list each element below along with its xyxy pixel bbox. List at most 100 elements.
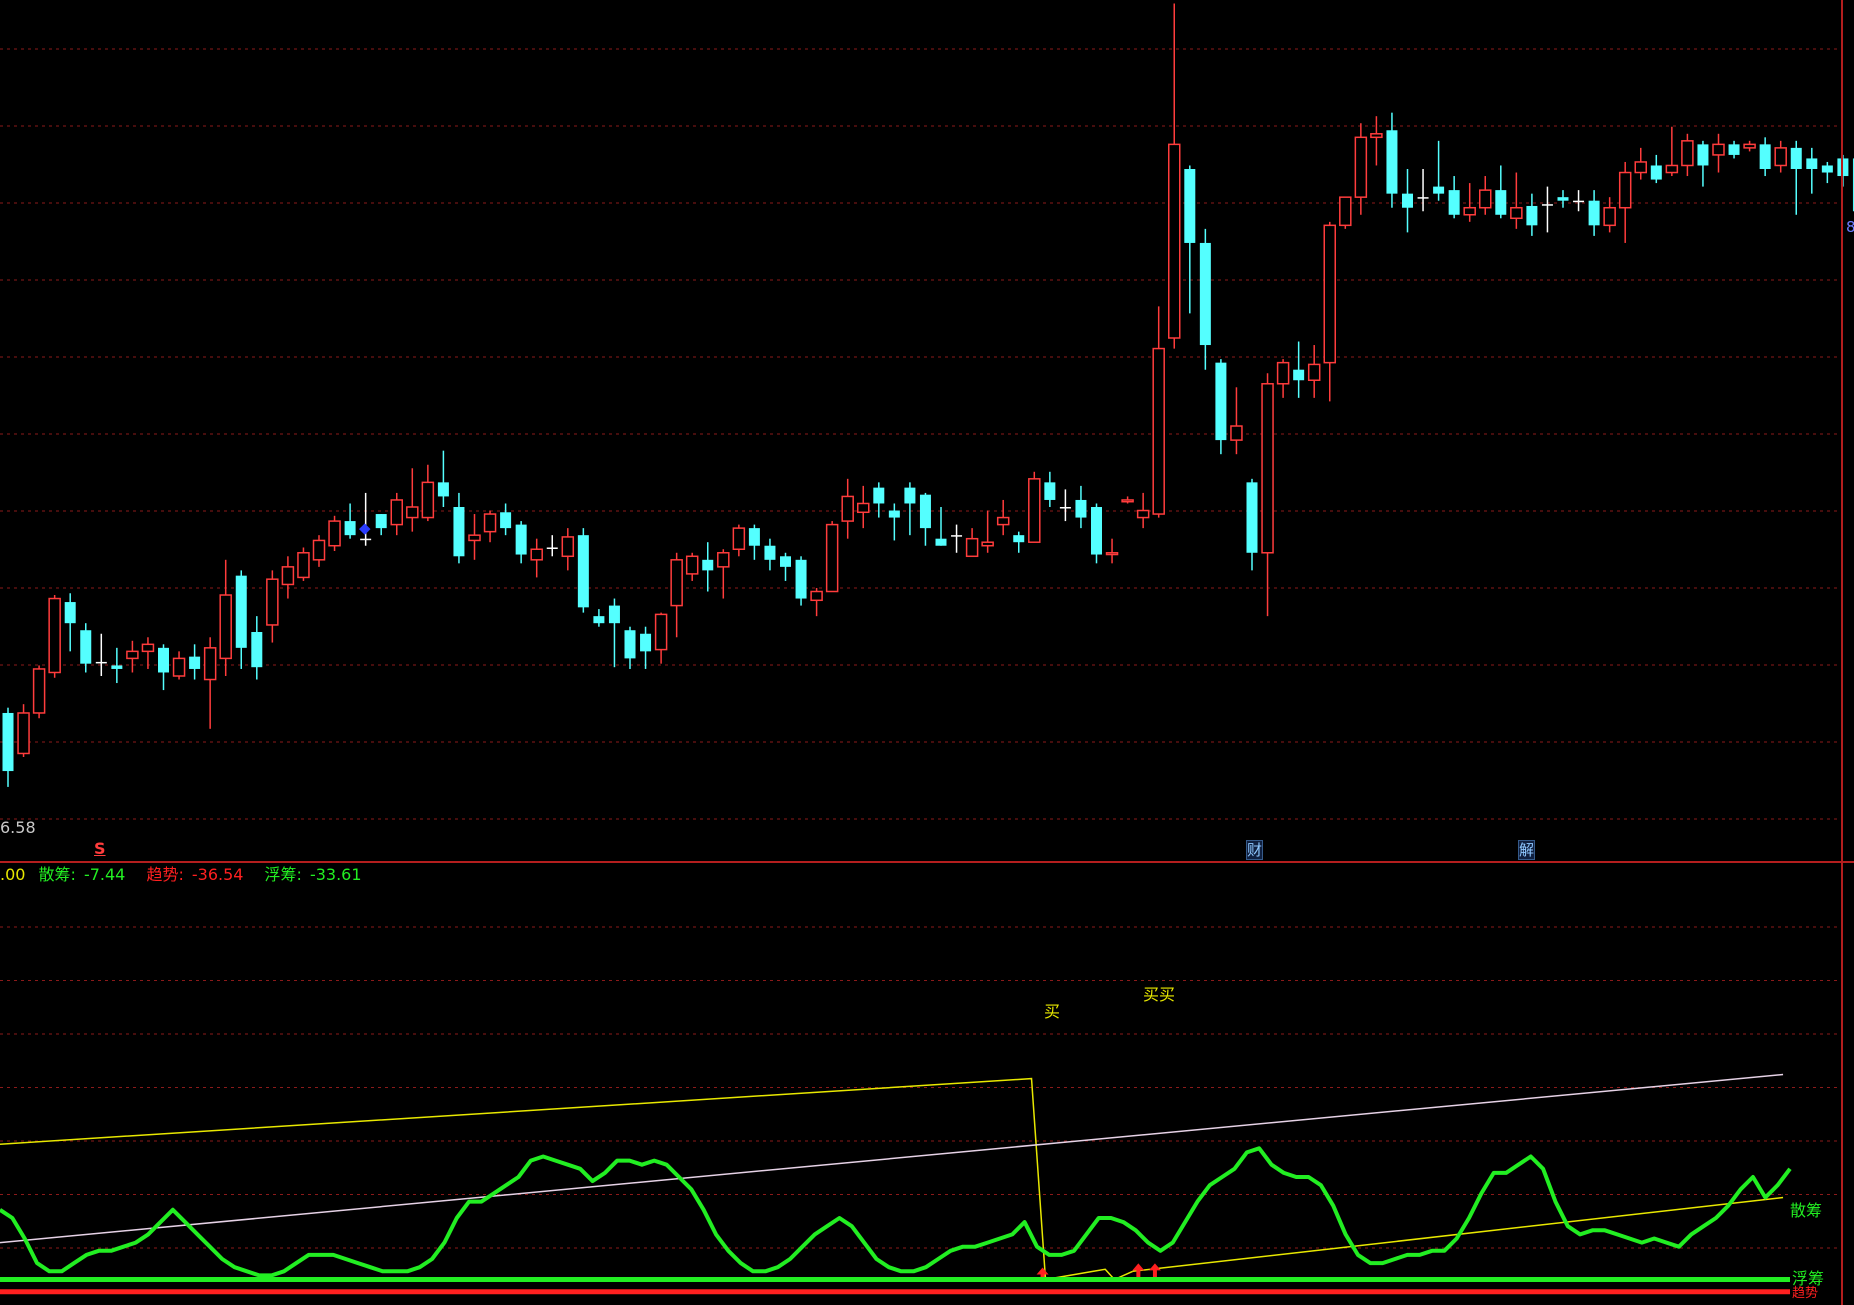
series-sanchou (0, 1146, 1792, 1278)
candle-body (64, 602, 76, 624)
jie-marker[interactable]: 解 (1518, 840, 1536, 860)
candle-body (1821, 165, 1833, 173)
candle-body (158, 647, 169, 673)
candle-body (873, 487, 885, 504)
candle-body (1339, 196, 1352, 227)
candle-body (530, 548, 543, 561)
candle-body (965, 537, 979, 558)
candle-body (266, 578, 279, 626)
candle-body (1261, 383, 1274, 554)
legend-qushi-value: -36.54 (191, 865, 244, 884)
legend-fuchou: 浮筹: -33.61 (265, 865, 370, 884)
candle-body (421, 481, 435, 519)
candle-body (312, 539, 326, 561)
candle-body (111, 665, 123, 669)
candle-body (702, 559, 714, 571)
candle-body (1152, 347, 1165, 515)
candle-body (406, 506, 419, 519)
candle-body (1790, 147, 1802, 169)
candle-body (951, 535, 963, 537)
candle-body (1603, 206, 1616, 227)
legend-fuchou-label: 浮筹: (264, 865, 302, 884)
candle-body (1526, 205, 1538, 226)
legend-sanchou-value: -7.44 (83, 865, 126, 884)
candle-body (1044, 482, 1056, 500)
candle-body (888, 510, 900, 518)
candle-body (780, 556, 791, 567)
candle-body (1307, 363, 1321, 381)
legend-qushi-label: 趋势: (146, 865, 184, 884)
candle-body (1246, 482, 1258, 553)
candle-body (640, 633, 652, 652)
legend-sanchou-label: 散筹: (38, 865, 76, 884)
candle-body (1075, 499, 1087, 518)
legend-fuchou-value: -33.61 (309, 865, 362, 884)
candle-body (1323, 224, 1336, 364)
candle-body (390, 499, 403, 526)
candle-body (1417, 197, 1429, 199)
candle-body (1121, 499, 1134, 503)
candle-body (670, 559, 683, 607)
s-marker[interactable]: S (94, 840, 106, 858)
candle-body (235, 575, 247, 648)
candle-body (795, 559, 807, 599)
candle-body (515, 524, 527, 555)
candle-body (360, 538, 372, 541)
blue-tag[interactable]: ◆ (359, 519, 371, 537)
candle-body (919, 494, 931, 529)
candle-body (80, 630, 92, 664)
indicator-grid (0, 926, 1842, 1249)
cai-marker[interactable]: 财 (1246, 840, 1264, 860)
candle-body (328, 520, 341, 547)
chart-canvas (0, 0, 1854, 1305)
candle-body (1448, 190, 1460, 215)
candle-body (1650, 165, 1662, 180)
candle-body (1059, 507, 1071, 509)
candle-body (561, 536, 575, 558)
candle-body (172, 657, 186, 677)
candle-body (437, 482, 449, 497)
price-right-label: 8 (1846, 218, 1854, 236)
candle-body (546, 547, 558, 549)
candle-body (297, 552, 310, 579)
candle-body (1370, 133, 1383, 139)
candle-body (608, 605, 620, 624)
candle-body (1557, 197, 1569, 201)
candle-body (1168, 143, 1181, 339)
candle-body (344, 521, 356, 536)
price-low-label: 6.58 (0, 818, 36, 837)
candle-body (717, 552, 730, 568)
candle-body (1618, 171, 1632, 209)
candle-body (375, 514, 387, 529)
candle-body (1541, 204, 1553, 206)
candle-body (1479, 189, 1492, 209)
candle-body (981, 541, 994, 547)
ma-line-white (0, 1073, 1784, 1244)
candle-body (1495, 190, 1507, 215)
legend-qushi: 趋势: -36.54 (146, 865, 251, 884)
candle-body (500, 512, 512, 529)
buy-label-2: 买买 (1143, 985, 1176, 1004)
candle-body (748, 528, 760, 546)
candle-body (203, 647, 217, 681)
candle-body (141, 643, 155, 653)
candle-body (1354, 136, 1368, 198)
candle-body (251, 631, 263, 668)
candle-body (1697, 144, 1709, 166)
price-grid (0, 48, 1842, 820)
candle-body (1276, 361, 1290, 385)
candle-body (189, 656, 201, 669)
candle-body (1293, 369, 1305, 381)
candle-body (1433, 186, 1445, 194)
candle-body (1184, 169, 1196, 243)
candle-body (654, 613, 668, 651)
candle-body (685, 555, 699, 575)
candle-body (904, 487, 916, 504)
candle-body (1386, 130, 1398, 194)
legend-prefix: .00 (0, 865, 26, 884)
candle-body (1402, 193, 1413, 208)
ma-line-yellow-upper (0, 1077, 1047, 1280)
candle-body (1199, 242, 1211, 346)
candle-body (996, 516, 1010, 526)
buy-label-1: 买 (1044, 1002, 1061, 1021)
